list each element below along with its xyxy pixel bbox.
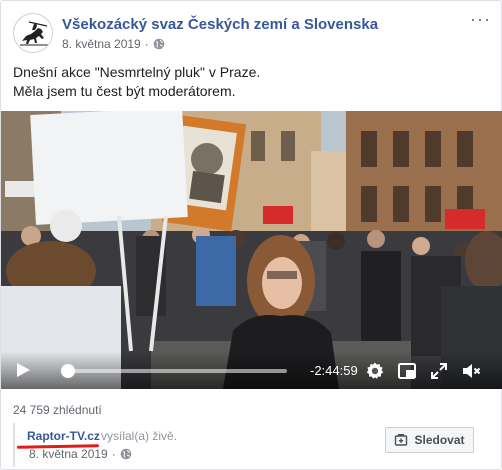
follow-button[interactable]: Sledovat (385, 427, 474, 453)
volume-muted-icon[interactable] (461, 361, 481, 381)
more-options-icon[interactable]: ··· (470, 10, 491, 28)
page-avatar[interactable] (13, 13, 53, 53)
play-icon[interactable] (15, 362, 31, 378)
shared-action-text: vysílal(a) živě. (101, 429, 178, 443)
post-card: Všekozácký svaz Českých zemí a Slovenska… (0, 0, 502, 470)
view-count: 24 759 zhlédnutí (13, 403, 102, 417)
video-progress-knob[interactable] (60, 364, 75, 378)
fullscreen-icon[interactable] (429, 361, 449, 381)
video-frame (1, 111, 502, 389)
video-player[interactable]: -2:44:59 (1, 111, 502, 389)
globe-icon (120, 448, 132, 460)
picture-in-picture-icon[interactable] (397, 361, 417, 381)
globe-icon (153, 38, 165, 50)
shared-from-box: Raptor-TV.cz vysílal(a) živě. 8. května … (13, 423, 491, 467)
page-name-link[interactable]: Všekozácký svaz Českých zemí a Slovenska (62, 16, 378, 33)
post-text-line: Dnešní akce "Nesmrtelný pluk" v Praze. (13, 64, 261, 80)
time-remaining: -2:44:59 (310, 363, 358, 378)
shared-page-link[interactable]: Raptor-TV.cz (27, 429, 100, 443)
post-meta: 8. května 2019 · (62, 37, 165, 51)
post-header: Všekozácký svaz Českých zemí a Slovenska… (13, 10, 491, 55)
video-controls: -2:44:59 (1, 351, 502, 389)
shared-meta: 8. května 2019 · (29, 447, 132, 461)
follow-icon (395, 434, 408, 446)
settings-icon[interactable] (365, 361, 385, 381)
shared-date[interactable]: 8. května 2019 (29, 447, 108, 461)
cossack-rider-logo (15, 15, 52, 52)
post-message: Dnešní akce "Nesmrtelný pluk" v Praze. M… (13, 63, 483, 101)
post-text-line: Měla jsem tu čest být moderátorem. (13, 83, 236, 99)
post-date[interactable]: 8. května 2019 (62, 37, 141, 51)
follow-label: Sledovat (414, 433, 465, 447)
video-progress-bar[interactable] (60, 364, 287, 378)
